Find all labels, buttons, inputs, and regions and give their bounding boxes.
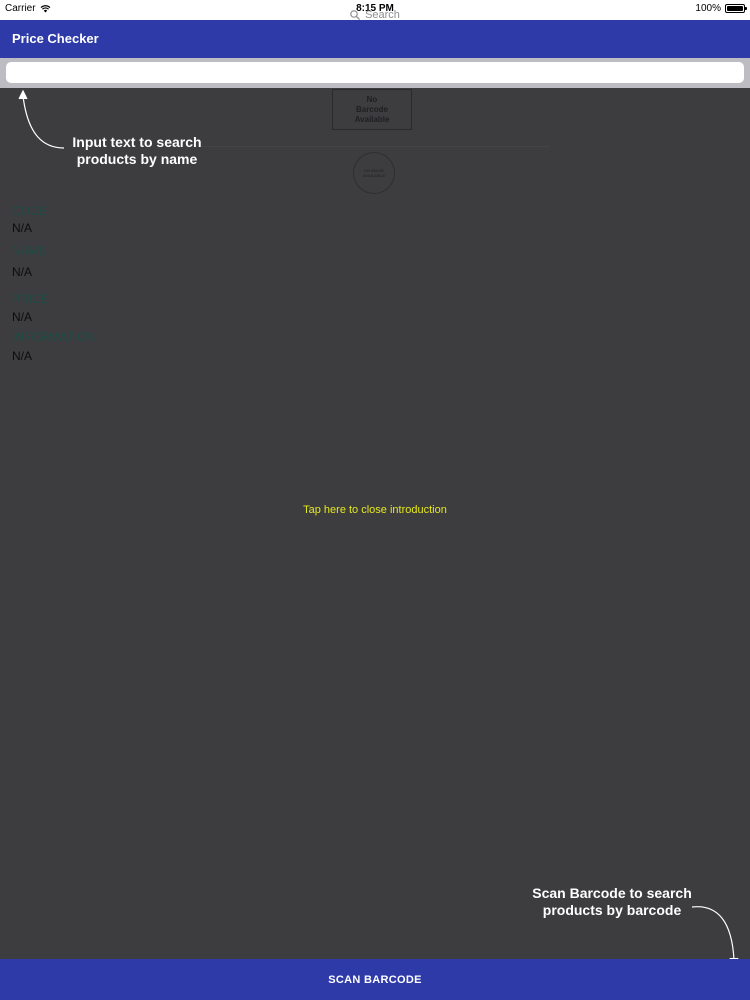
scan-hint: Scan Barcode to search products by barco… xyxy=(522,885,702,919)
barcode-text-line: Available xyxy=(354,114,390,124)
scan-hint-line: Scan Barcode to search xyxy=(532,885,692,901)
search-hint: Input text to search products by name xyxy=(62,134,212,168)
search-hint-line: products by name xyxy=(76,151,198,167)
scan-barcode-button[interactable]: SCAN BARCODE xyxy=(0,959,750,1000)
code-value: N/A xyxy=(12,221,33,235)
price-label: PRICE xyxy=(12,292,49,306)
app-title: Price Checker xyxy=(12,31,99,46)
code-label: CODE xyxy=(12,204,47,218)
divider xyxy=(200,146,550,147)
status-right: 100% xyxy=(695,3,747,14)
name-label: NAME xyxy=(12,244,47,258)
search-bar xyxy=(0,58,750,88)
product-image: NO IMAGE AVAILABLE xyxy=(353,152,395,194)
scan-hint-line: products by barcode xyxy=(542,902,682,918)
close-introduction-link[interactable]: Tap here to close introduction xyxy=(0,504,750,516)
battery-fill xyxy=(727,6,743,11)
status-bar: Carrier 8:15 PM 100% xyxy=(0,0,750,20)
name-value: N/A xyxy=(12,265,33,279)
search-hint-line: Input text to search xyxy=(72,134,202,150)
barcode-image: No Barcode Available xyxy=(332,89,412,130)
battery-icon xyxy=(725,4,747,13)
barcode-text-line: Barcode xyxy=(355,104,388,114)
information-label: INFORMATION xyxy=(12,330,96,344)
battery-percent: 100% xyxy=(695,3,721,14)
barcode-text-line: No xyxy=(366,94,378,104)
search-input[interactable] xyxy=(6,62,744,83)
price-value: N/A xyxy=(12,310,33,324)
app-root: Carrier 8:15 PM 100% Price Checker Searc… xyxy=(0,0,750,1000)
information-value: N/A xyxy=(12,349,33,363)
app-bar: Price Checker xyxy=(0,20,750,58)
product-image-text-line: AVAILABLE xyxy=(362,173,386,178)
status-time: 8:15 PM xyxy=(356,3,394,14)
